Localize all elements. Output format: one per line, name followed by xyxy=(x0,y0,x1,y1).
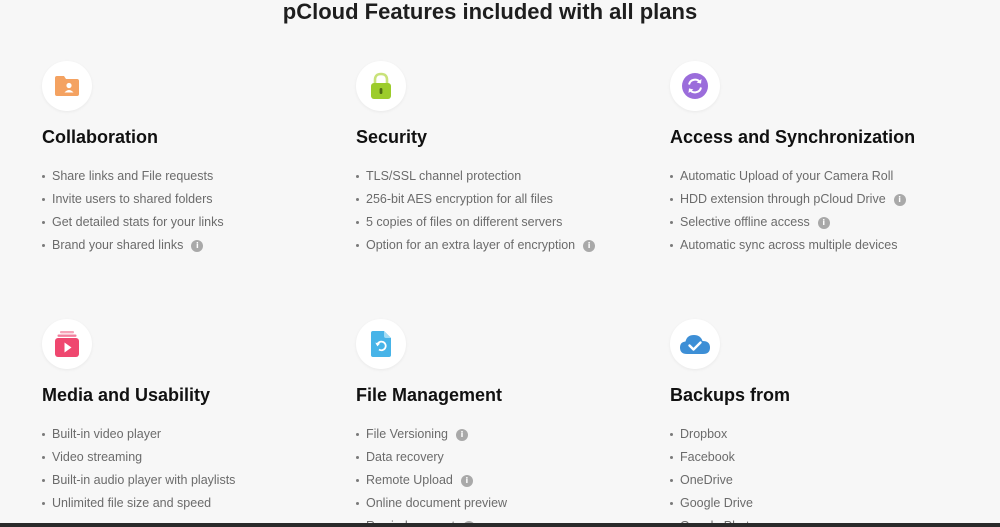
info-icon[interactable]: i xyxy=(583,239,596,252)
list-item: Data recovery xyxy=(356,450,656,465)
list-item: 256-bit AES encryption for all files xyxy=(356,192,656,207)
list-item: Built-in video player xyxy=(42,427,342,442)
list-item: Unlimited file size and speed xyxy=(42,496,342,511)
lock-icon xyxy=(371,72,391,99)
info-icon[interactable]: i xyxy=(191,239,204,252)
collaboration-list: Share links and File requests Invite use… xyxy=(42,169,342,253)
list-item: Brand your shared links i xyxy=(42,238,342,253)
cloud-icon-circle xyxy=(670,319,720,369)
feature-media-usability: Media and Usability Built-in video playe… xyxy=(42,319,342,519)
list-item: Automatic Upload of your Camera Roll xyxy=(670,169,970,184)
collaboration-icon-circle xyxy=(42,61,92,111)
feature-title-backups: Backups from xyxy=(670,385,791,405)
media-usability-list: Built-in video player Video streaming Bu… xyxy=(42,427,342,511)
list-item: Google Drive xyxy=(670,496,970,511)
feature-collaboration: Collaboration Share links and File reque… xyxy=(42,61,342,261)
list-item: Remote Upload i xyxy=(356,473,656,488)
list-item: Built-in audio player with playlists xyxy=(42,473,342,488)
cloud-check-icon xyxy=(680,335,710,354)
feature-access-sync: Access and Synchronization Automatic Upl… xyxy=(670,61,970,261)
feature-title-security: Security xyxy=(356,127,428,147)
list-item: HDD extension through pCloud Drive i xyxy=(670,192,970,207)
info-icon[interactable]: i xyxy=(456,428,468,441)
info-icon[interactable]: i xyxy=(817,216,830,229)
list-item: Option for an extra layer of encryption i xyxy=(356,238,656,253)
folder-user-icon xyxy=(55,76,79,96)
file-management-list: File Versioning i Data recovery Remote Up… xyxy=(356,427,656,527)
list-item: Automatic sync across multiple devices xyxy=(670,238,970,253)
features-page: pCloud Features included with all plans … xyxy=(0,0,1000,527)
list-item: Online document preview xyxy=(356,496,656,511)
info-icon[interactable]: i xyxy=(893,193,906,206)
access-sync-list: Automatic Upload of your Camera Roll HDD… xyxy=(670,169,970,253)
bottom-bar xyxy=(0,523,1000,527)
media-play-icon xyxy=(55,331,79,357)
list-item: Selective offline access i xyxy=(670,215,970,230)
file-restore-icon xyxy=(371,331,391,357)
feature-title-collaboration: Collaboration xyxy=(42,127,158,147)
media-icon-circle xyxy=(42,319,92,369)
list-item: File Versioning i xyxy=(356,427,656,442)
page-title: pCloud Features included with all plans xyxy=(282,0,698,24)
feature-title-file-management: File Management xyxy=(356,385,503,405)
sync-icon xyxy=(682,73,708,99)
feature-backups: Backups from Dropbox Facebook OneDrive G… xyxy=(670,319,970,527)
list-item: 5 copies of files on different servers xyxy=(356,215,656,230)
feature-file-management: File Management File Versioning i Data re… xyxy=(356,319,656,527)
backups-list: Dropbox Facebook OneDrive Google Drive G… xyxy=(670,427,970,527)
info-icon[interactable]: i xyxy=(460,474,473,487)
file-icon-circle xyxy=(356,319,406,369)
list-item: Share links and File requests xyxy=(42,169,342,184)
list-item: TLS/SSL channel protection xyxy=(356,169,656,184)
security-icon-circle xyxy=(356,61,406,111)
list-item: OneDrive xyxy=(670,473,970,488)
feature-title-access-sync: Access and Synchronization xyxy=(670,127,916,147)
feature-security: Security TLS/SSL channel protection 256-… xyxy=(356,61,656,261)
feature-title-media-usability: Media and Usability xyxy=(42,385,211,405)
list-item: Dropbox xyxy=(670,427,970,442)
list-item: Video streaming xyxy=(42,450,342,465)
sync-icon-circle xyxy=(670,61,720,111)
security-list: TLS/SSL channel protection 256-bit AES e… xyxy=(356,169,656,253)
list-item: Get detailed stats for your links xyxy=(42,215,342,230)
list-item: Facebook xyxy=(670,450,970,465)
list-item: Invite users to shared folders xyxy=(42,192,342,207)
